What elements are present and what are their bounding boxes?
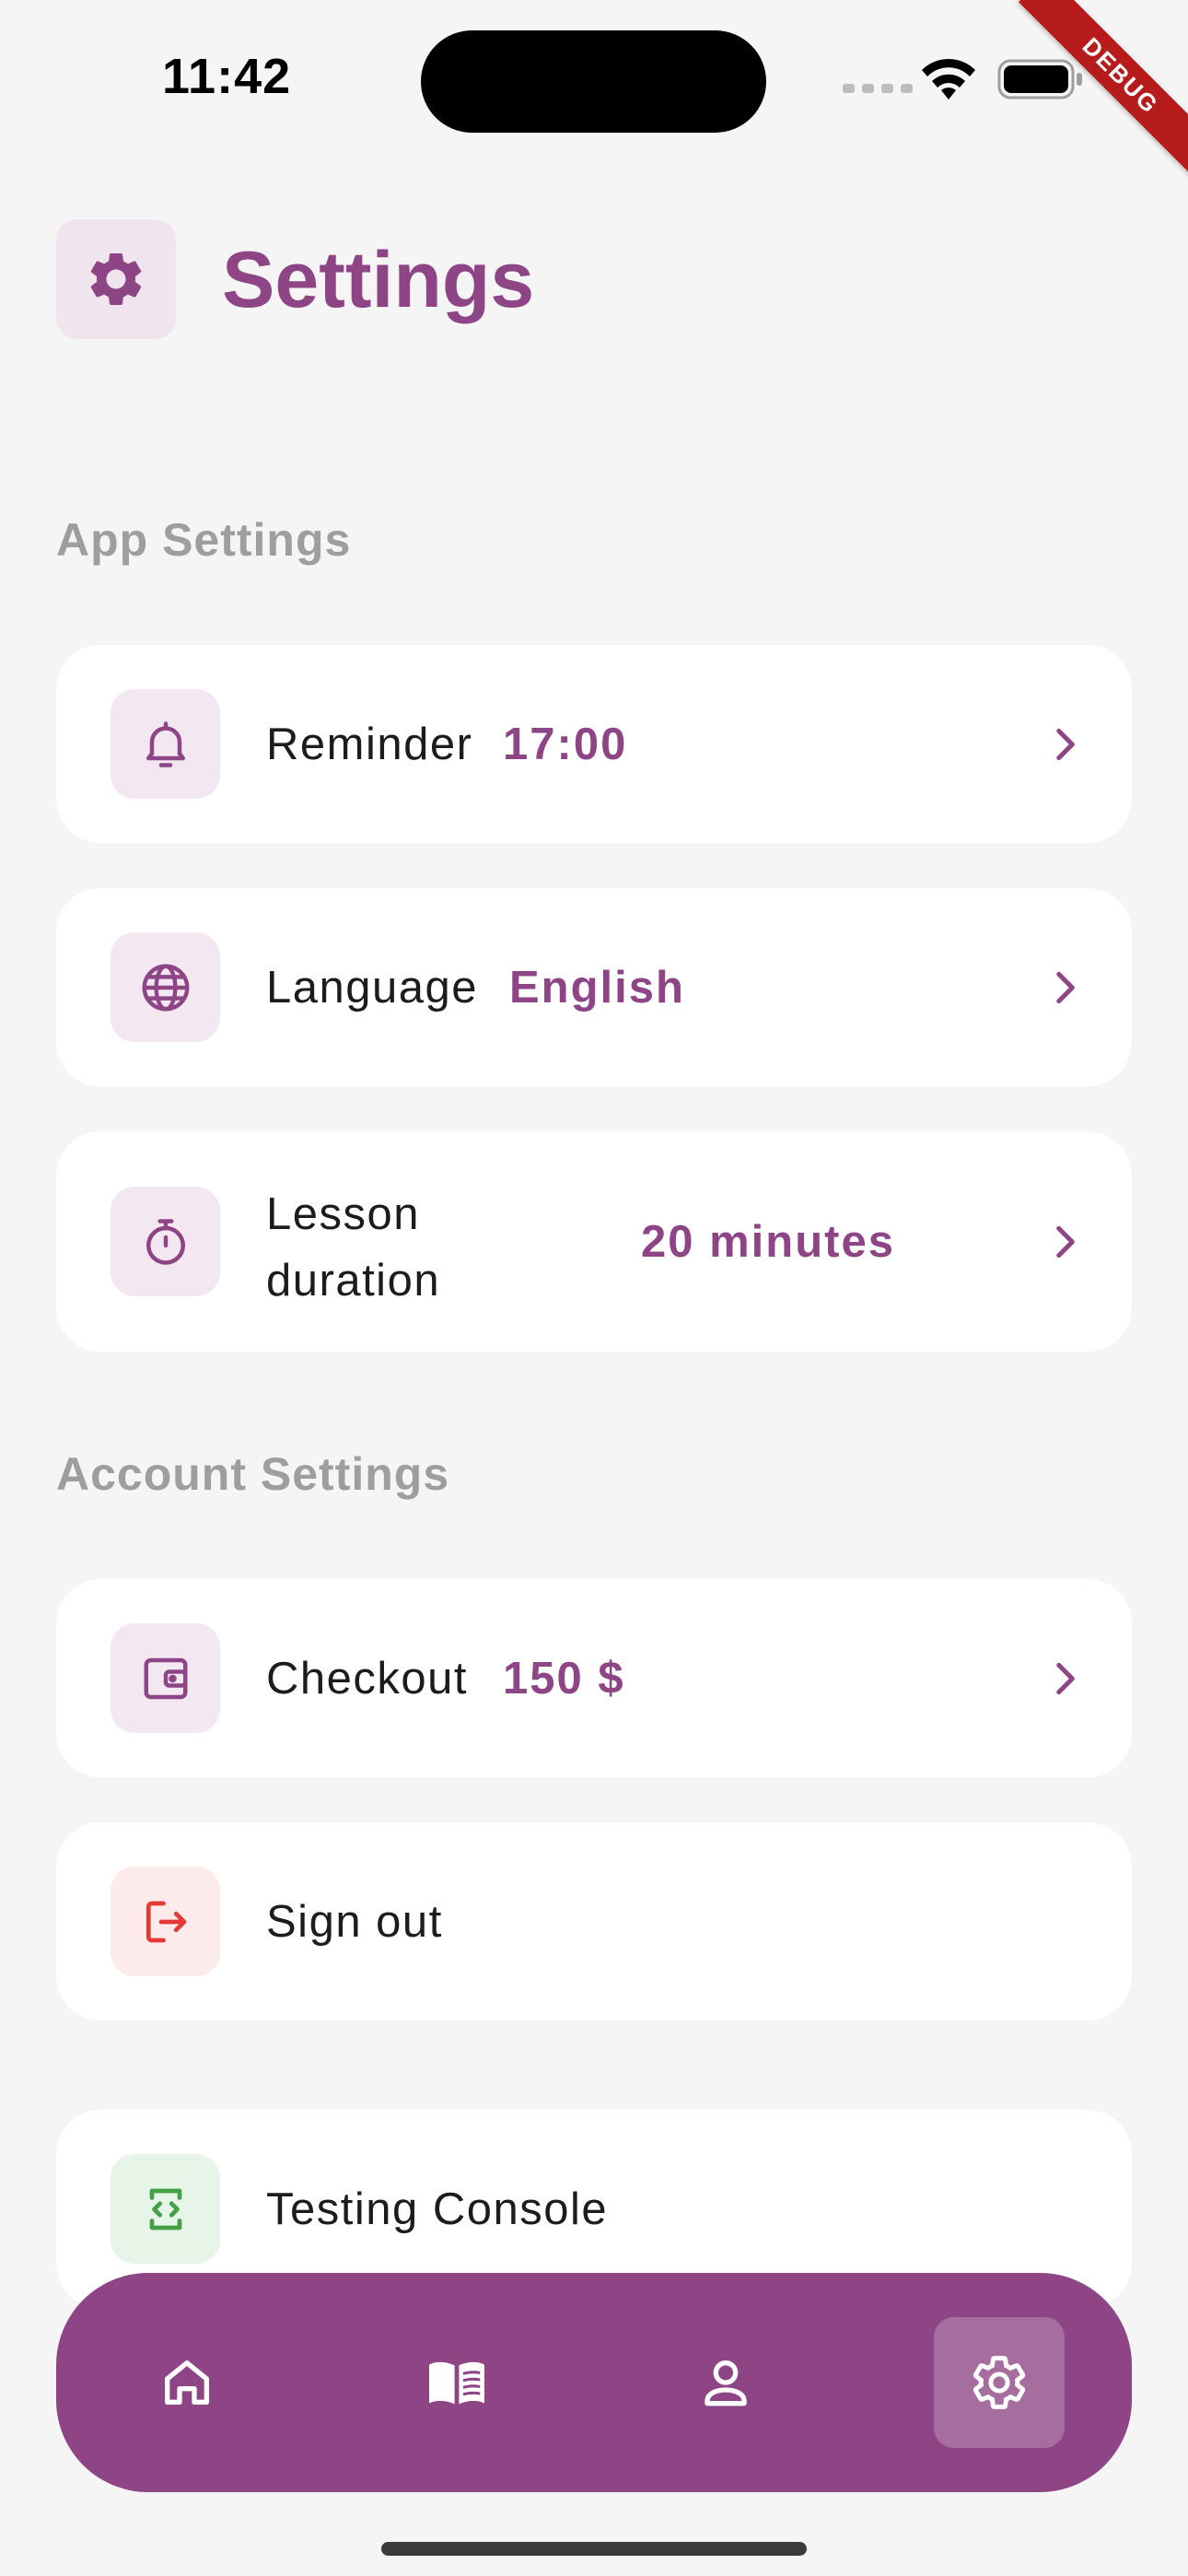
lesson-duration-label: Lesson duration xyxy=(266,1181,440,1314)
bottom-navigation-bar xyxy=(56,2273,1132,2492)
logout-icon xyxy=(146,1901,186,1942)
cellular-signal-icon xyxy=(843,84,913,93)
section-title-account-settings: Account Settings xyxy=(56,1448,450,1500)
code-device-icon xyxy=(149,2188,181,2230)
nav-home-button[interactable] xyxy=(122,2317,252,2448)
reminder-icon-tile xyxy=(111,689,220,799)
nav-profile-button[interactable] xyxy=(660,2317,791,2448)
nav-settings-button[interactable] xyxy=(934,2317,1065,2448)
language-label: Language xyxy=(266,963,479,1013)
bottom-safe-area xyxy=(0,2483,1188,2576)
lesson-duration-icon-tile xyxy=(111,1187,220,1296)
lesson-duration-label-line1: Lesson xyxy=(266,1189,421,1239)
debug-label: DEBUG xyxy=(1018,0,1188,179)
reminder-label: Reminder xyxy=(266,720,473,769)
checkout-value: 150 $ xyxy=(503,1654,625,1704)
checkout-label: Checkout xyxy=(266,1654,469,1704)
lesson-duration-label-line2: duration xyxy=(266,1256,441,1306)
home-indicator[interactable] xyxy=(381,2542,807,2556)
lesson-duration-setting-row[interactable]: Lesson duration 20 minutes xyxy=(56,1131,1132,1352)
home-icon xyxy=(165,2360,209,2405)
nav-lessons-button[interactable] xyxy=(391,2317,522,2448)
wallet-icon xyxy=(144,1657,187,1699)
sign-out-label: Sign out xyxy=(266,1897,443,1947)
testing-console-label: Testing Console xyxy=(266,2184,609,2234)
sign-out-icon-tile xyxy=(111,1867,220,1976)
chevron-right-icon xyxy=(1056,1662,1075,1695)
section-title-app-settings: App Settings xyxy=(56,514,352,566)
chevron-right-icon xyxy=(1056,1225,1075,1259)
reminder-setting-row[interactable]: Reminder 17:00 xyxy=(56,645,1132,843)
person-icon xyxy=(705,2360,747,2406)
chevron-right-icon xyxy=(1056,971,1075,1004)
debug-banner: DEBUG xyxy=(1004,0,1188,184)
globe-icon xyxy=(142,964,189,1011)
language-icon-tile xyxy=(111,932,220,1042)
language-value: English xyxy=(509,963,685,1013)
page-title: Settings xyxy=(222,236,535,324)
checkout-icon-tile xyxy=(111,1623,220,1733)
settings-header-icon xyxy=(56,219,176,339)
status-time: 11:42 xyxy=(162,49,292,104)
bell-icon xyxy=(146,720,185,767)
chevron-right-icon xyxy=(1056,728,1075,761)
stopwatch-icon xyxy=(146,1218,185,1265)
sign-out-row[interactable]: Sign out xyxy=(56,1822,1132,2020)
lesson-duration-value: 20 minutes xyxy=(641,1217,895,1267)
language-setting-row[interactable]: Language English xyxy=(56,888,1132,1086)
reminder-value: 17:00 xyxy=(503,720,628,769)
gear-icon xyxy=(90,252,142,305)
wifi-icon xyxy=(922,58,975,100)
book-icon xyxy=(429,2361,484,2405)
gear-icon xyxy=(973,2356,1026,2409)
testing-console-icon-tile xyxy=(111,2154,220,2264)
dynamic-island xyxy=(421,30,766,133)
checkout-setting-row[interactable]: Checkout 150 $ xyxy=(56,1579,1132,1777)
